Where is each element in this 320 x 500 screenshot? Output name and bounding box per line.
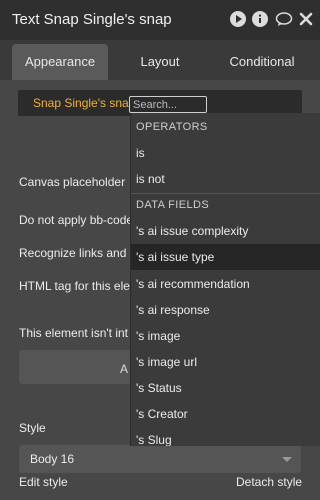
search-input[interactable] bbox=[129, 96, 207, 113]
info-icon[interactable] bbox=[252, 11, 268, 27]
operator-option[interactable]: is bbox=[131, 140, 320, 166]
field-option[interactable]: 's image bbox=[131, 323, 320, 349]
close-icon[interactable] bbox=[299, 12, 313, 26]
operator-option[interactable]: is not bbox=[131, 166, 320, 192]
tab-layout[interactable]: Layout bbox=[120, 44, 200, 80]
data-fields-header: DATA FIELDS bbox=[136, 199, 210, 211]
recognize-links-label: Recognize links and e bbox=[19, 246, 137, 260]
html-tag-label: HTML tag for this ele bbox=[19, 279, 130, 293]
detach-style-link[interactable]: Detach style bbox=[236, 475, 302, 489]
not-interactive-note: This element isn't int bbox=[19, 326, 129, 340]
field-option[interactable]: 's image url bbox=[131, 349, 320, 375]
style-label: Style bbox=[19, 421, 46, 435]
field-option[interactable]: 's ai issue complexity bbox=[131, 218, 320, 244]
edit-style-link[interactable]: Edit style bbox=[19, 475, 68, 489]
field-option[interactable]: 's ai response bbox=[131, 297, 320, 323]
play-icon[interactable] bbox=[230, 11, 246, 27]
property-editor-panel: Text Snap Single's snap Appearance Layou… bbox=[0, 0, 320, 500]
expression-dropdown: OPERATORS is is not DATA FIELDS 's ai is… bbox=[130, 113, 320, 446]
tab-bar: Appearance Layout Conditional bbox=[0, 40, 320, 80]
canvas-placeholder-label: Canvas placeholder bbox=[19, 175, 126, 189]
field-option[interactable]: 's Status bbox=[131, 375, 320, 401]
tab-conditional[interactable]: Conditional bbox=[212, 44, 312, 80]
panel-title: Text Snap Single's snap bbox=[12, 11, 172, 28]
field-option-highlighted[interactable]: 's ai issue type bbox=[131, 244, 320, 270]
panel-header: Text Snap Single's snap bbox=[0, 0, 320, 40]
style-select-value: Body 16 bbox=[30, 452, 75, 466]
workflow-button-label: A bbox=[120, 362, 129, 376]
operators-header: OPERATORS bbox=[136, 121, 208, 133]
comment-icon[interactable] bbox=[275, 12, 293, 27]
chevron-down-icon bbox=[282, 457, 292, 462]
workflow-button[interactable] bbox=[19, 350, 131, 384]
field-option[interactable]: 's Creator bbox=[131, 401, 320, 427]
expression-text[interactable]: Snap Single's snap bbox=[33, 96, 135, 110]
tab-appearance[interactable]: Appearance bbox=[12, 44, 108, 80]
no-bbcode-label: Do not apply bb-code bbox=[19, 213, 134, 227]
field-option[interactable]: 's Slug bbox=[131, 427, 320, 446]
field-option[interactable]: 's ai recommendation bbox=[131, 271, 320, 297]
